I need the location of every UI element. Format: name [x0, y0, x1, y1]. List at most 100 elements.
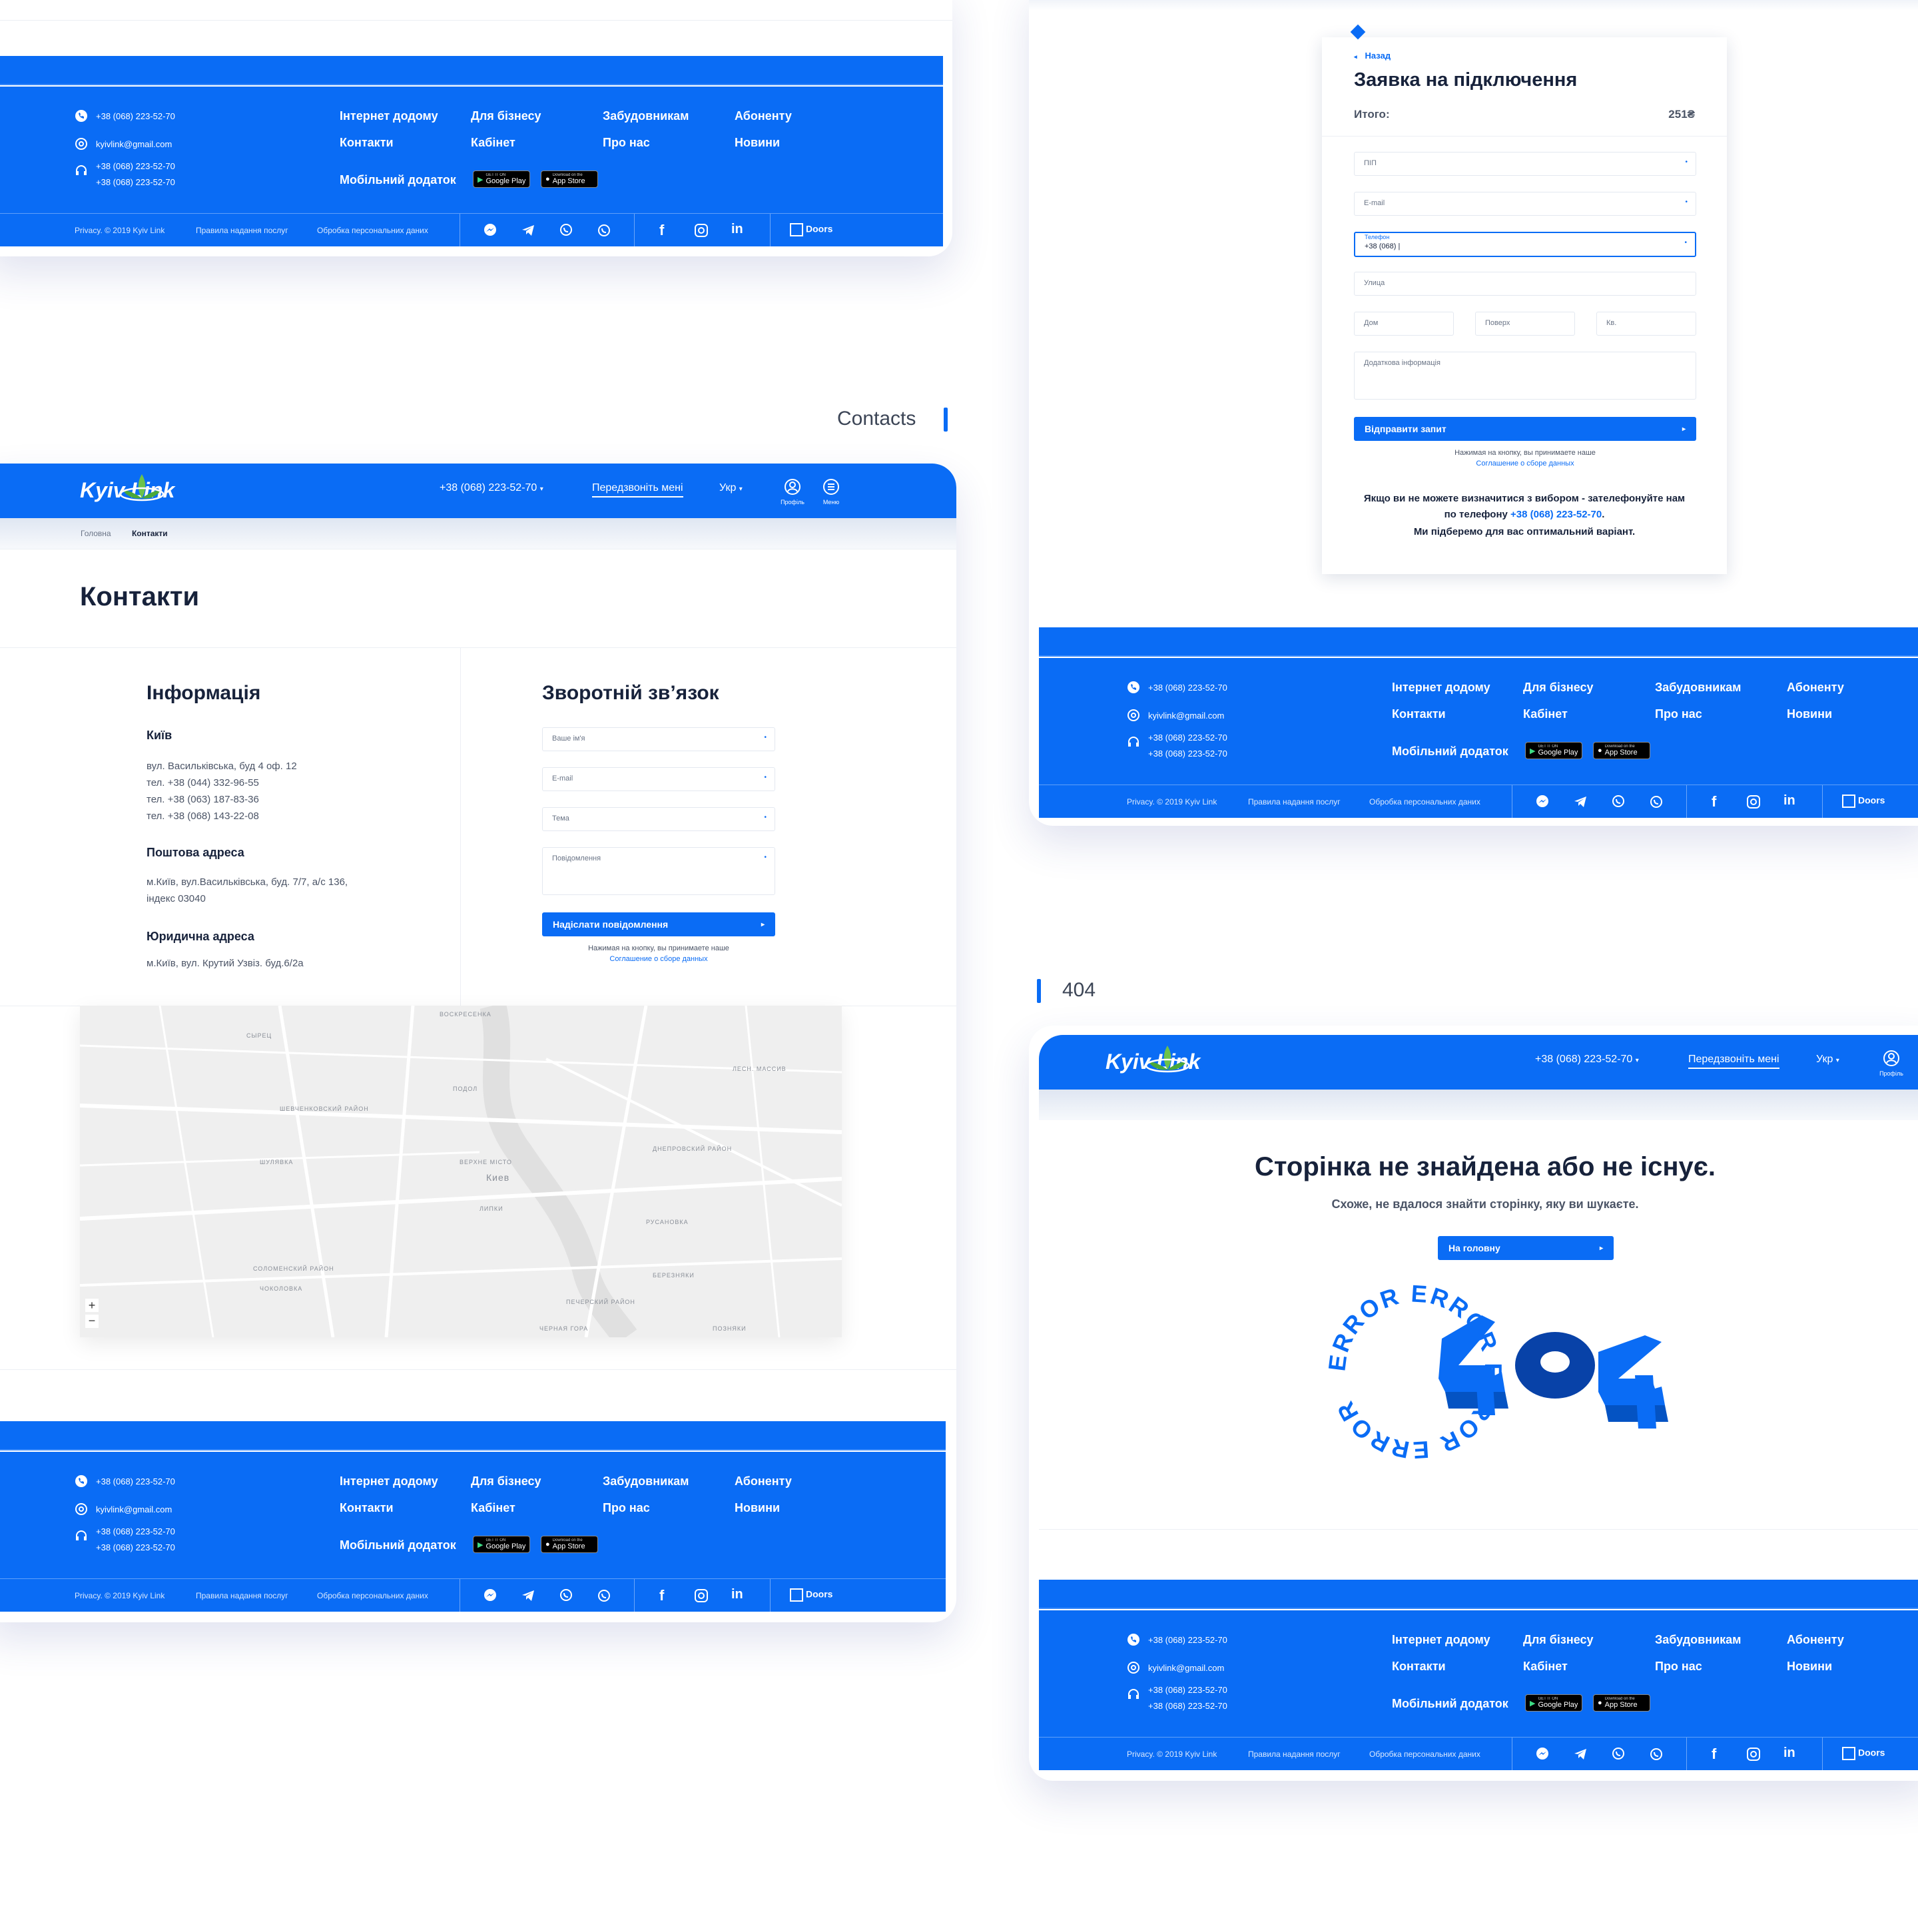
footer-link-internet[interactable]: Інтернет додому [340, 1474, 438, 1488]
house-field[interactable]: Дом [1354, 312, 1454, 336]
footer-phone[interactable]: +38 (068) 223-52-70 [96, 111, 175, 121]
footer-link-about[interactable]: Про нас [603, 136, 650, 150]
instagram-icon[interactable] [1746, 1747, 1761, 1762]
footer-link-about[interactable]: Про нас [1655, 707, 1702, 721]
footer-link-business[interactable]: Для бізнесу [1523, 681, 1594, 695]
zoom-in-button[interactable]: + [85, 1299, 99, 1312]
footer-email[interactable]: kyivlink@gmail.com [1148, 1663, 1224, 1673]
footer-link-internet[interactable]: Інтернет додому [1392, 1633, 1490, 1647]
developer-logo[interactable]: Doors [790, 223, 832, 236]
breadcrumb-home[interactable]: Головна [81, 529, 111, 538]
facebook-icon[interactable]: f [1712, 1746, 1716, 1763]
app-store-button[interactable]: ● Download on the App Store [1593, 742, 1650, 759]
footer-link-contacts[interactable]: Контакти [1392, 1660, 1446, 1674]
instagram-icon[interactable] [694, 223, 709, 238]
footer-link-internet[interactable]: Інтернет додому [1392, 681, 1490, 695]
menu-button[interactable]: Меню [816, 478, 846, 505]
callback-link[interactable]: Передзвоніть мені [1688, 1054, 1779, 1069]
messenger-icon[interactable] [483, 1588, 497, 1603]
whatsapp-icon[interactable] [597, 223, 611, 238]
help-phone-link[interactable]: +38 (068) 223-52-70 [1510, 509, 1602, 520]
messenger-icon[interactable] [1535, 1747, 1550, 1762]
footer-support-phone-1[interactable]: +38 (068) 223-52-70 [96, 161, 175, 171]
home-button[interactable]: На головну ▸ [1438, 1236, 1614, 1260]
footer-link-cabinet[interactable]: Кабінет [471, 136, 515, 150]
footer-phone[interactable]: +38 (068) 223-52-70 [1148, 683, 1227, 693]
street-field[interactable]: Улица [1354, 272, 1696, 296]
facebook-icon[interactable]: f [659, 1587, 664, 1604]
linkedin-icon[interactable]: in [1783, 793, 1795, 808]
telegram-icon[interactable] [521, 1588, 535, 1603]
footer-support-phone-2[interactable]: +38 (068) 223-52-70 [1148, 1701, 1227, 1711]
viber-icon[interactable] [1611, 795, 1626, 809]
google-play-button[interactable]: ▶ GET IT ON Google Play [1525, 1694, 1582, 1712]
footer-link-about[interactable]: Про нас [603, 1501, 650, 1515]
footer-privacy-link[interactable]: Обробка персональних даних [317, 1591, 428, 1600]
footer-link-contacts[interactable]: Контакти [1392, 707, 1446, 721]
footer-terms-link[interactable]: Правила надання послуг [1248, 797, 1341, 806]
footer-support-phone-2[interactable]: +38 (068) 223-52-70 [96, 1542, 175, 1552]
footer-link-news[interactable]: Новини [1787, 1660, 1832, 1674]
email-field[interactable]: E-mail • [542, 767, 775, 791]
footer-link-business[interactable]: Для бізнесу [471, 1474, 541, 1488]
map[interactable]: + − ВОСКРЕСЕНКА СЫРЕЦ ЛЕСН. МАССИВ ПОДОЛ ШЕВ… [80, 1006, 842, 1337]
footer-link-news[interactable]: Новини [735, 1501, 780, 1515]
footer-email[interactable]: kyivlink@gmail.com [96, 139, 172, 149]
footer-link-internet[interactable]: Інтернет додому [340, 109, 438, 123]
facebook-icon[interactable]: f [1712, 793, 1716, 810]
language-select[interactable]: Укр ▾ [1816, 1054, 1839, 1066]
instagram-icon[interactable] [694, 1588, 709, 1603]
telegram-icon[interactable] [1573, 795, 1588, 809]
consent-link[interactable]: Соглашение о сборе данных [542, 955, 775, 963]
viber-icon[interactable] [559, 223, 573, 238]
header-phone[interactable]: +38 (068) 223-52-70 ▾ [1535, 1054, 1639, 1066]
developer-logo[interactable]: Doors [1842, 1747, 1885, 1760]
footer-privacy-link[interactable]: Обробка персональних даних [317, 226, 428, 235]
viber-icon[interactable] [1611, 1747, 1626, 1762]
footer-link-developers[interactable]: Забудовникам [603, 1474, 689, 1488]
footer-link-subscriber[interactable]: Абоненту [1787, 681, 1844, 695]
footer-terms-link[interactable]: Правила надання послуг [196, 226, 288, 235]
zoom-out-button[interactable]: − [85, 1315, 99, 1328]
message-field[interactable]: Повідомлення • [542, 847, 775, 895]
developer-logo[interactable]: Doors [1842, 795, 1885, 808]
facebook-icon[interactable]: f [659, 222, 664, 239]
instagram-icon[interactable] [1746, 795, 1761, 809]
footer-link-cabinet[interactable]: Кабінет [1523, 1660, 1568, 1674]
profile-button[interactable]: Профіль [1877, 1050, 1906, 1077]
linkedin-icon[interactable]: in [731, 222, 743, 237]
footer-link-cabinet[interactable]: Кабінет [471, 1501, 515, 1515]
subject-field[interactable]: Тема • [542, 807, 775, 831]
footer-phone[interactable]: +38 (068) 223-52-70 [96, 1476, 175, 1486]
footer-phone[interactable]: +38 (068) 223-52-70 [1148, 1635, 1227, 1645]
footer-link-subscriber[interactable]: Абоненту [735, 1474, 792, 1488]
floor-field[interactable]: Поверх [1475, 312, 1575, 336]
language-select[interactable]: Укр ▾ [719, 482, 743, 494]
developer-logo[interactable]: Doors [790, 1588, 832, 1602]
whatsapp-icon[interactable] [597, 1588, 611, 1603]
send-message-button[interactable]: Надіслати повідомлення ▸ [542, 912, 775, 936]
callback-link[interactable]: Передзвоніть мені [592, 482, 683, 497]
footer-link-subscriber[interactable]: Абоненту [1787, 1633, 1844, 1647]
footer-link-subscriber[interactable]: Абоненту [735, 109, 792, 123]
footer-link-news[interactable]: Новини [1787, 707, 1832, 721]
footer-support-phone-2[interactable]: +38 (068) 223-52-70 [96, 177, 175, 187]
whatsapp-icon[interactable] [1649, 1747, 1664, 1762]
google-play-button[interactable]: ▶ GET IT ON Google Play [473, 170, 530, 188]
footer-support-phone-2[interactable]: +38 (068) 223-52-70 [1148, 749, 1227, 759]
app-store-button[interactable]: ● Download on the App Store [541, 170, 598, 188]
footer-link-about[interactable]: Про нас [1655, 1660, 1702, 1674]
submit-request-button[interactable]: Відправити запит ▸ [1354, 417, 1696, 441]
footer-link-business[interactable]: Для бізнесу [471, 109, 541, 123]
footer-link-contacts[interactable]: Контакти [340, 136, 394, 150]
footer-terms-link[interactable]: Правила надання послуг [196, 1591, 288, 1600]
footer-terms-link[interactable]: Правила надання послуг [1248, 1750, 1341, 1759]
footer-link-developers[interactable]: Забудовникам [603, 109, 689, 123]
extra-info-field[interactable]: Додаткова інформація [1354, 352, 1696, 400]
telegram-icon[interactable] [1573, 1747, 1588, 1762]
header-phone[interactable]: +38 (068) 223-52-70 ▾ [440, 482, 543, 494]
footer-link-developers[interactable]: Забудовникам [1655, 1633, 1742, 1647]
footer-link-developers[interactable]: Забудовникам [1655, 681, 1742, 695]
name-field[interactable]: Ваше ім'я • [542, 727, 775, 751]
footer-email[interactable]: kyivlink@gmail.com [96, 1504, 172, 1514]
